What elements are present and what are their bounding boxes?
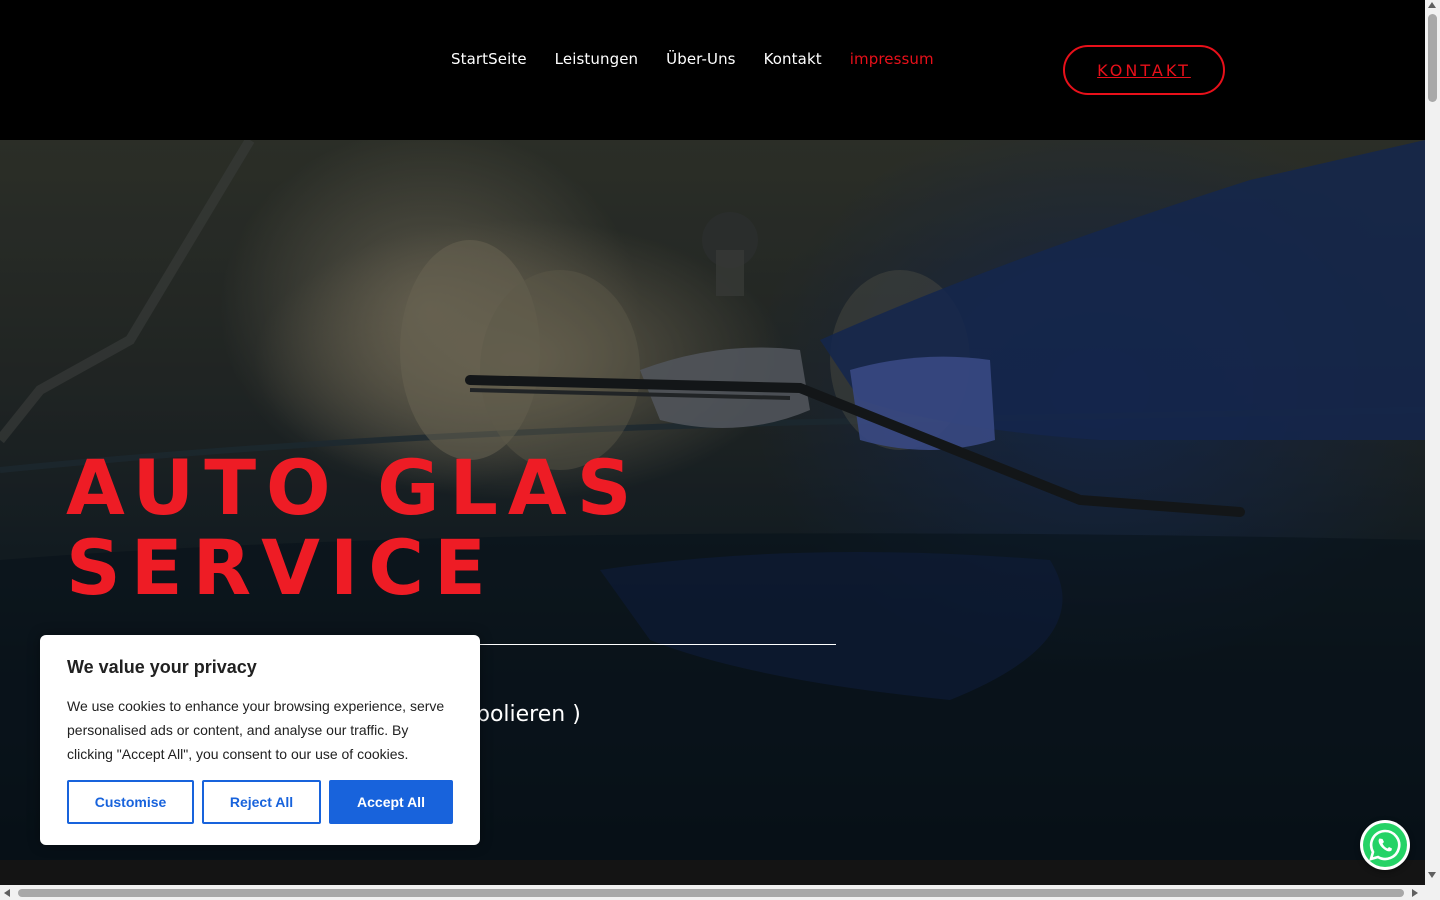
nav-link-startseite[interactable]: StartSeite bbox=[451, 50, 527, 68]
vertical-scroll-thumb[interactable] bbox=[1428, 14, 1437, 102]
hero-title-line-1: AUTO GLAS bbox=[66, 443, 642, 532]
scroll-up-arrow-icon[interactable] bbox=[1428, 2, 1436, 8]
nav-link-kontakt[interactable]: Kontakt bbox=[764, 50, 822, 68]
cookie-description: We use cookies to enhance your browsing … bbox=[67, 698, 445, 762]
scroll-left-arrow-icon[interactable] bbox=[4, 889, 10, 897]
next-section-edge bbox=[0, 860, 1425, 885]
accept-all-button[interactable]: Accept All bbox=[329, 780, 453, 824]
hero-title-line-2: SERVICE bbox=[66, 523, 496, 612]
vertical-scrollbar[interactable] bbox=[1425, 0, 1440, 885]
page: StartSeite Leistungen Über-Uns Kontakt i… bbox=[0, 0, 1440, 900]
cookie-button-row: Customise Reject All Accept All bbox=[67, 780, 453, 824]
site-header: StartSeite Leistungen Über-Uns Kontakt i… bbox=[0, 0, 1425, 140]
reject-all-button[interactable]: Reject All bbox=[202, 780, 321, 824]
main-nav: StartSeite Leistungen Über-Uns Kontakt i… bbox=[451, 50, 934, 68]
scroll-down-arrow-icon[interactable] bbox=[1428, 872, 1436, 878]
horizontal-scroll-thumb[interactable] bbox=[18, 889, 1404, 897]
cookie-title: We value your privacy bbox=[67, 657, 257, 677]
whatsapp-icon bbox=[1363, 823, 1407, 867]
cookie-consent-banner: We value your privacy We use cookies to … bbox=[40, 635, 480, 845]
hero-title: AUTO GLAS SERVICE bbox=[66, 448, 641, 608]
nav-link-impressum[interactable]: impressum bbox=[850, 50, 934, 68]
nav-link-ueber-uns[interactable]: Über-Uns bbox=[666, 50, 735, 68]
horizontal-scrollbar[interactable] bbox=[0, 885, 1440, 900]
nav-link-leistungen[interactable]: Leistungen bbox=[555, 50, 638, 68]
hero-subtitle: polieren ) bbox=[476, 702, 581, 727]
scroll-right-arrow-icon[interactable] bbox=[1412, 889, 1418, 897]
whatsapp-button[interactable] bbox=[1360, 820, 1410, 870]
customise-button[interactable]: Customise bbox=[67, 780, 194, 824]
kontakt-button[interactable]: KONTAKT bbox=[1063, 45, 1225, 95]
